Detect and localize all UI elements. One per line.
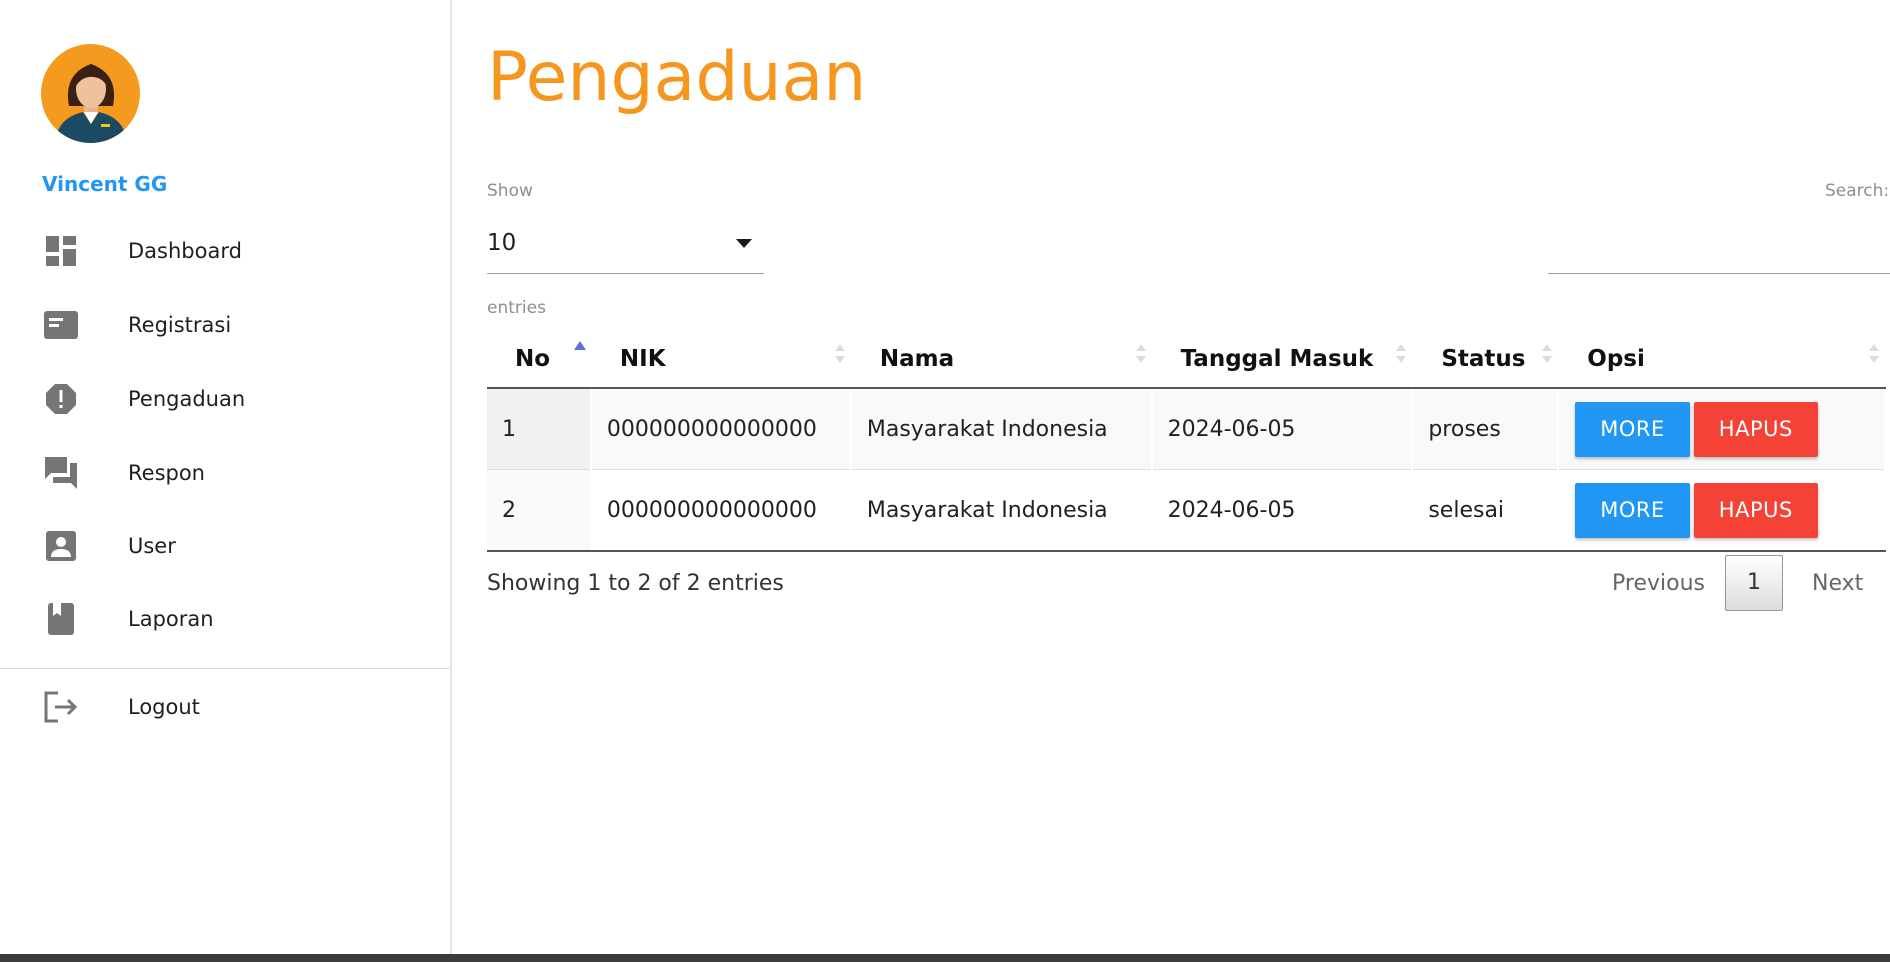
chat-icon: [44, 456, 78, 490]
dashboard-icon: [44, 234, 78, 268]
cell-nama: Masyarakat Indonesia: [850, 469, 1153, 552]
sidebar-item-label: Respon: [128, 461, 205, 485]
column-header-opsi[interactable]: Opsi: [1558, 330, 1886, 389]
table-info: Showing 1 to 2 of 2 entries: [487, 571, 784, 596]
logout-label: Logout: [128, 695, 200, 719]
sidebar-item-registrasi[interactable]: Registrasi: [0, 295, 450, 355]
logout-button[interactable]: Logout: [0, 677, 450, 737]
cell-tanggal-masuk: 2024-06-05: [1151, 388, 1414, 470]
main-content: Pengaduan Show 10 entries Search: No NIK: [452, 0, 1890, 954]
sort-icon: [1396, 344, 1407, 363]
sort-icon: [1542, 344, 1553, 363]
user-name[interactable]: Vincent GG: [42, 172, 167, 196]
page-1-button[interactable]: 1: [1725, 555, 1783, 611]
hapus-button[interactable]: HAPUS: [1693, 482, 1818, 538]
chevron-down-icon: [736, 239, 752, 248]
column-header-nik[interactable]: NIK: [590, 330, 852, 389]
sidebar-item-label: Registrasi: [128, 313, 232, 337]
column-header-status[interactable]: Status: [1412, 330, 1560, 389]
logout-icon: [44, 690, 78, 724]
account-box-icon: [44, 529, 78, 563]
bottom-bar: [0, 954, 1890, 962]
cell-opsi: MORE HAPUS: [1558, 469, 1886, 552]
avatar: [41, 44, 140, 143]
column-header-nama[interactable]: Nama: [850, 330, 1153, 389]
sidebar-item-respon[interactable]: Respon: [0, 443, 450, 503]
next-button[interactable]: Next: [1812, 571, 1863, 596]
page-length-value: 10: [487, 230, 517, 256]
cell-nama: Masyarakat Indonesia: [850, 388, 1153, 470]
more-button[interactable]: MORE: [1575, 401, 1690, 457]
hapus-button[interactable]: HAPUS: [1693, 401, 1818, 457]
book-icon: [44, 602, 78, 636]
sidebar-divider: [0, 668, 450, 669]
column-header-no[interactable]: No: [487, 330, 592, 389]
data-table: No NIK Nama Tanggal Masuk Status Opsi 1 …: [487, 330, 1886, 552]
sidebar-item-label: Dashboard: [128, 239, 242, 263]
cell-no: 2: [487, 469, 592, 552]
show-label: Show: [487, 181, 533, 201]
entries-label: entries: [487, 298, 546, 318]
sidebar-item-label: Pengaduan: [128, 387, 246, 411]
sort-icon: [834, 344, 845, 363]
search-input[interactable]: [1548, 222, 1890, 274]
cell-tanggal-masuk: 2024-06-05: [1151, 469, 1414, 552]
sidebar-item-pengaduan[interactable]: Pengaduan: [0, 369, 450, 429]
sidebar-item-label: Laporan: [128, 607, 214, 631]
cell-opsi: MORE HAPUS: [1558, 388, 1886, 470]
sort-icon: [1869, 344, 1879, 363]
cell-nik: 000000000000000: [590, 388, 852, 470]
search-label: Search:: [1825, 181, 1890, 201]
column-header-tanggal-masuk[interactable]: Tanggal Masuk: [1151, 330, 1414, 389]
table-row: 2 000000000000000 Masyarakat Indonesia 2…: [487, 469, 1886, 552]
id-card-icon: [44, 308, 78, 342]
cell-status: selesai: [1412, 469, 1560, 552]
sidebar-item-dashboard[interactable]: Dashboard: [0, 221, 450, 281]
sidebar-item-label: User: [128, 534, 176, 558]
table-row: 1 000000000000000 Masyarakat Indonesia 2…: [487, 388, 1886, 470]
sort-icon: [1135, 344, 1146, 363]
page-title: Pengaduan: [487, 38, 867, 117]
sort-asc-icon: [573, 341, 586, 350]
cell-nik: 000000000000000: [590, 469, 852, 552]
report-icon: [44, 382, 78, 416]
previous-button[interactable]: Previous: [1612, 571, 1705, 596]
sidebar-item-user[interactable]: User: [0, 516, 450, 576]
page-length-select[interactable]: 10: [487, 222, 764, 274]
sidebar-item-laporan[interactable]: Laporan: [0, 589, 450, 649]
cell-no: 1: [487, 388, 592, 470]
cell-status: proses: [1412, 388, 1560, 470]
sidebar: Vincent GG Dashboard Registrasi Pengadua…: [0, 0, 452, 954]
more-button[interactable]: MORE: [1575, 482, 1690, 538]
